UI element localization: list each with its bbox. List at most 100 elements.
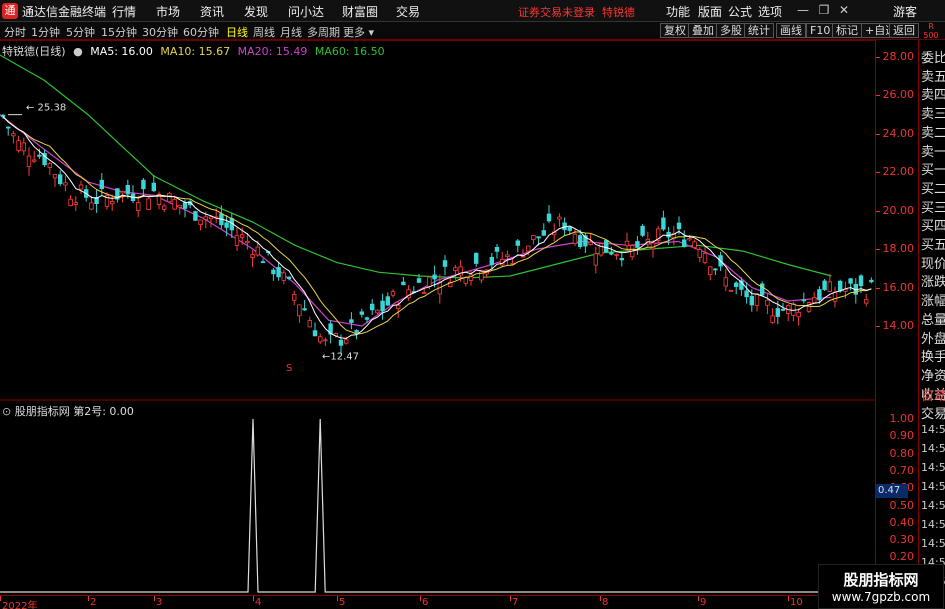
- candle-body: [697, 249, 702, 258]
- date-tick: [600, 596, 601, 601]
- quote-sidebar: 委比 卖五 卖四 卖三 卖二 卖一 买一 买二 买三 买四 买五 现价 涨跌 涨幅 总量 外盘 换手 净资 收益 自动…: [918, 40, 945, 609]
- candle-body: [63, 182, 68, 186]
- candle-body: [172, 199, 177, 210]
- candle-body: [650, 242, 656, 250]
- trade-time: 14:56: [921, 499, 945, 512]
- candle-body: [416, 278, 422, 283]
- candle-body: [32, 159, 37, 162]
- candle-body: [708, 266, 713, 276]
- indicator-tick-label: 0.50: [889, 498, 915, 512]
- indicator-current-value: 0.47: [876, 484, 908, 498]
- candle-body: [858, 275, 864, 287]
- quote-field-label: 卖四: [921, 88, 945, 104]
- indicator-tick-label: 0.40: [889, 515, 915, 529]
- price-tick-label: 22.00: [882, 165, 915, 179]
- indicator-tick-label: 0.30: [889, 533, 915, 547]
- price-tick-mark: [876, 287, 880, 289]
- candle-body: [0, 114, 6, 117]
- candle-body: [208, 216, 214, 220]
- candle-body: [515, 240, 520, 246]
- ma10-line: [2, 116, 872, 335]
- trade-label[interactable]: 交易: [921, 403, 945, 422]
- ma60-label: MA60: 16.50: [314, 45, 385, 58]
- trade-time: 14:56: [921, 518, 945, 531]
- candle-body: [494, 246, 500, 252]
- kline-chart[interactable]: ← 25.38 ←12.47 S: [0, 0, 875, 609]
- candle-body: [864, 299, 869, 304]
- candle-body: [609, 252, 614, 255]
- r500-badge[interactable]: R 500: [917, 22, 945, 40]
- candle-body: [749, 295, 754, 306]
- candle-body: [380, 300, 385, 312]
- candle-body: [593, 253, 598, 266]
- ma5-label: MA5: 16.00: [90, 45, 153, 58]
- candle-body: [291, 294, 297, 301]
- candle-body: [421, 292, 427, 294]
- candle-body: [682, 239, 687, 247]
- date-tick: [154, 596, 155, 601]
- candle-body: [151, 182, 156, 192]
- candle-body: [838, 280, 843, 292]
- candle-body: [354, 330, 359, 333]
- candle-body: [312, 330, 318, 337]
- r500-bottom: 500: [923, 31, 939, 40]
- auto-trade-label[interactable]: 自动: [921, 385, 945, 404]
- candle-body: [687, 238, 692, 241]
- candle-body: [58, 174, 63, 185]
- candle-body: [193, 211, 198, 221]
- price-tick-mark: [876, 133, 880, 135]
- candle-body: [323, 339, 328, 342]
- quote-field-label: 买一: [921, 163, 945, 179]
- candle-body: [349, 319, 354, 323]
- ma20-line: [0, 114, 832, 327]
- candle-body: [375, 309, 380, 314]
- candle-body: [541, 230, 546, 236]
- date-label: 5: [339, 597, 346, 608]
- date-label: 3: [156, 597, 163, 608]
- candle-body: [73, 202, 78, 206]
- date-label: 9: [700, 597, 707, 608]
- candle-body: [572, 233, 578, 245]
- indicator-label: 股朋指标网 第2号: 0.00: [14, 405, 134, 418]
- ma20-label: MA20: 15.49: [237, 45, 308, 58]
- candle-body: [271, 269, 276, 275]
- date-label: 6: [422, 597, 429, 608]
- candle-body: [453, 267, 458, 272]
- ma10-label: MA10: 15.67: [160, 45, 231, 58]
- candle-body: [182, 202, 188, 209]
- trade-time: 14:56: [921, 442, 945, 455]
- price-tick-label: 26.00: [882, 88, 915, 102]
- candle-body: [198, 219, 203, 225]
- back-button[interactable]: 返回: [889, 23, 919, 38]
- candle-body: [359, 311, 364, 315]
- candle-body: [598, 243, 604, 256]
- legend-dot-icon: ●: [73, 45, 83, 58]
- price-tick-label: 24.00: [882, 126, 915, 140]
- price-tick-label: 28.00: [882, 50, 915, 63]
- ma60-line: [0, 54, 832, 279]
- quote-field-label: 外盘: [921, 331, 945, 347]
- candle-body: [297, 304, 302, 317]
- candle-body: [728, 289, 734, 292]
- candle-body: [276, 267, 281, 278]
- ma-legend: 特锐德(日线) ● MA5: 16.00 MA10: 15.67 MA20: 1…: [2, 43, 389, 59]
- quote-field-label: 总量: [921, 312, 945, 328]
- candle-body: [505, 254, 510, 257]
- candle-body: [635, 241, 640, 248]
- guest-login[interactable]: 游客: [893, 3, 917, 20]
- sell-signal-mark: S: [286, 363, 292, 374]
- candle-body: [167, 192, 172, 203]
- date-label: 2: [90, 597, 97, 608]
- date-label: 4: [255, 597, 262, 608]
- candle-body: [744, 290, 749, 298]
- candle-body: [473, 252, 479, 264]
- candle-body: [812, 296, 817, 304]
- quote-field-label: 买五: [921, 238, 945, 253]
- candle-body: [775, 308, 780, 317]
- candle-body: [702, 252, 708, 263]
- quote-field-label: 买四: [921, 219, 945, 235]
- candle-body: [203, 216, 208, 220]
- candle-body: [557, 216, 562, 220]
- quote-field-label: 涨幅: [921, 294, 945, 310]
- candle-body: [869, 279, 874, 283]
